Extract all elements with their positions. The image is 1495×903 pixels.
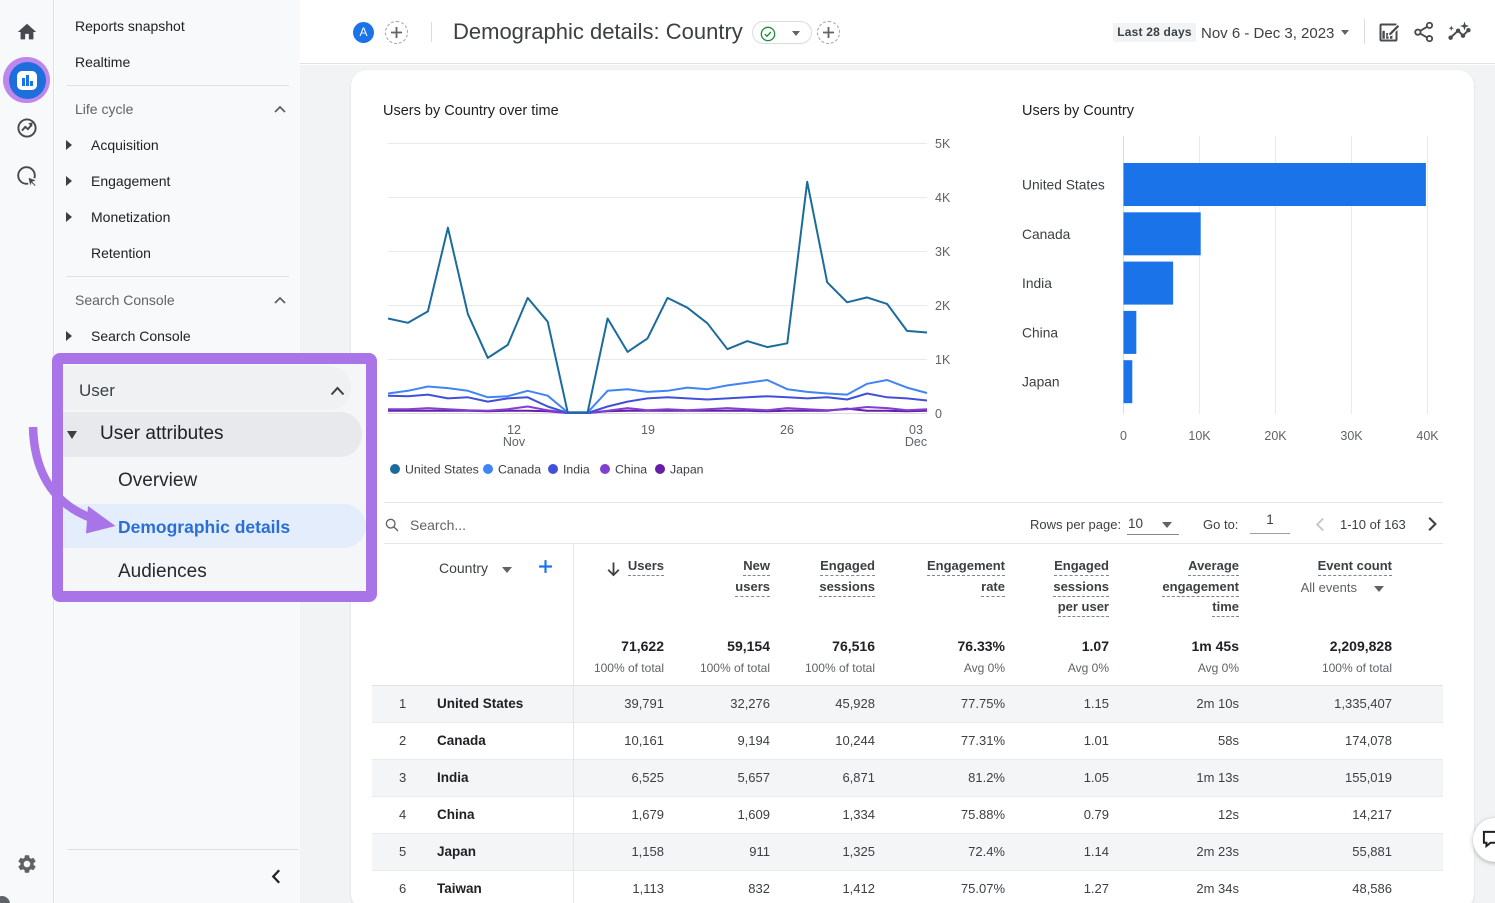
svg-text:Dec: Dec: [905, 435, 927, 449]
svg-text:China: China: [615, 463, 647, 477]
svg-text:1K: 1K: [935, 353, 951, 367]
svg-text:5K: 5K: [935, 137, 951, 151]
svg-text:2K: 2K: [935, 299, 951, 313]
svg-text:3K: 3K: [935, 245, 951, 259]
svg-text:Canada: Canada: [498, 463, 541, 477]
svg-text:40K: 40K: [1416, 429, 1439, 443]
svg-text:Nov: Nov: [503, 435, 526, 449]
svg-text:Japan: Japan: [670, 463, 704, 477]
svg-text:10K: 10K: [1188, 429, 1211, 443]
svg-text:4K: 4K: [935, 191, 951, 205]
svg-text:China: China: [1022, 325, 1058, 340]
svg-text:26: 26: [780, 423, 794, 437]
svg-text:20K: 20K: [1264, 429, 1287, 443]
svg-text:India: India: [1022, 276, 1052, 291]
svg-text:19: 19: [641, 423, 655, 437]
svg-text:0: 0: [935, 407, 942, 421]
svg-text:United States: United States: [405, 463, 479, 477]
svg-text:India: India: [563, 463, 590, 477]
svg-text:Canada: Canada: [1022, 227, 1071, 242]
svg-text:Japan: Japan: [1022, 375, 1060, 390]
svg-text:0: 0: [1120, 429, 1127, 443]
svg-text:United States: United States: [1022, 178, 1105, 193]
svg-text:30K: 30K: [1340, 429, 1363, 443]
